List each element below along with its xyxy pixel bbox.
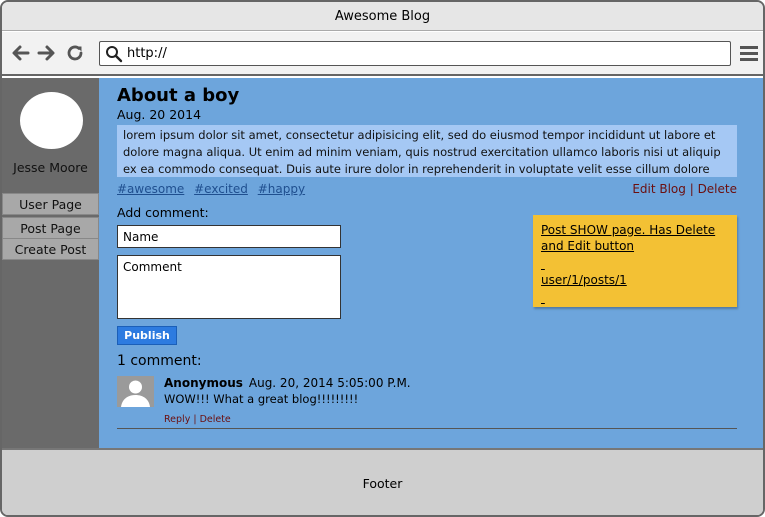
delete-post-link[interactable]: Delete [698, 182, 737, 196]
refresh-icon[interactable] [64, 42, 86, 64]
url-input[interactable] [127, 46, 687, 61]
note-description: Post SHOW page. Has Delete and Edit butt… [541, 223, 716, 253]
footer: Footer [2, 448, 763, 515]
post-title: About a boy [117, 85, 240, 106]
post-body: lorem ipsum dolor sit amet, consectetur … [117, 125, 737, 177]
main-content: About a boy Aug. 20 2014 lorem ipsum dol… [99, 78, 763, 448]
note-trailing-mark [541, 290, 729, 306]
post-date: Aug. 20 2014 [117, 107, 202, 122]
post-tags: #awesome #excited #happy [117, 182, 311, 196]
add-comment-label: Add comment: [117, 205, 209, 220]
sidebar-item-label: User Page [19, 196, 82, 212]
tag-link[interactable]: #happy [258, 182, 305, 196]
tag-link[interactable]: #awesome [117, 182, 184, 196]
user-avatar [20, 92, 83, 149]
browser-navbar [2, 32, 763, 76]
user-silhouette-icon [121, 380, 150, 407]
sidebar-item-label: Create Post [14, 241, 87, 257]
post-actions: Edit Blog | Delete [632, 182, 737, 196]
commenter-avatar [117, 376, 154, 407]
annotation-note: Post SHOW page. Has Delete and Edit butt… [533, 215, 737, 307]
window-titlebar: Awesome Blog [2, 2, 763, 31]
action-separator: | [190, 414, 200, 425]
window-title: Awesome Blog [334, 8, 431, 24]
comment-author: Anonymous [164, 376, 243, 390]
action-separator: | [685, 182, 698, 196]
tag-link[interactable]: #excited [194, 182, 248, 196]
note-route-path: user/1/posts/1 [541, 273, 627, 287]
publish-button[interactable]: Publish [117, 326, 177, 345]
sidebar-item-create-post[interactable]: Create Post [2, 238, 99, 260]
comments-count: 1 comment: [117, 353, 202, 369]
comment-timestamp: Aug. 20, 2014 5:05:00 P.M. [248, 376, 411, 390]
browser-window: Awesome Blog Jesse Moore Use [0, 0, 765, 517]
divider [117, 428, 737, 429]
back-arrow-icon[interactable] [10, 42, 32, 64]
comment-text: WOW!!! What a great blog!!!!!!!!! [164, 392, 359, 406]
sidebar-item-user-page[interactable]: User Page [2, 193, 99, 215]
hamburger-menu-icon[interactable] [738, 42, 760, 64]
edit-blog-link[interactable]: Edit Blog [632, 182, 686, 196]
comment-meta: Anonymous Aug. 20, 2014 5:05:00 P.M. [164, 376, 411, 390]
comment-actions: Reply | Delete [164, 414, 231, 425]
sidebar-item-post-page[interactable]: Post Page [2, 217, 99, 239]
sidebar: Jesse Moore User Page Post Page Create P… [2, 78, 99, 448]
search-icon [106, 45, 123, 62]
comment-name-field[interactable] [117, 225, 341, 248]
reply-link[interactable]: Reply [164, 414, 190, 425]
footer-label: Footer [362, 476, 403, 491]
sidebar-item-label: Post Page [20, 220, 81, 236]
sidebar-user-name: Jesse Moore [13, 160, 88, 175]
forward-arrow-icon[interactable] [35, 42, 57, 64]
note-route [541, 256, 729, 272]
url-bar[interactable] [99, 41, 731, 66]
comment-text-field[interactable] [117, 255, 341, 319]
delete-comment-link[interactable]: Delete [200, 414, 231, 425]
